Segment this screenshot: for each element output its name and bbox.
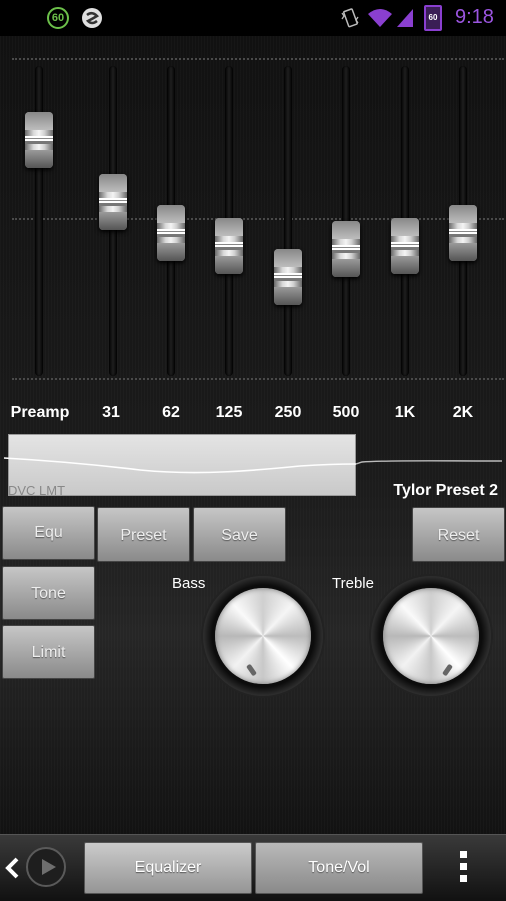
treble-knob-indicator	[442, 663, 453, 677]
status-bar: 60 60 9:18	[0, 0, 506, 36]
slider-band-62[interactable]	[146, 36, 196, 426]
bass-knob[interactable]	[203, 576, 323, 696]
slider-thumb[interactable]	[215, 217, 243, 274]
signal-icon	[397, 9, 413, 27]
band-label-250: 250	[274, 404, 302, 421]
slider-track	[284, 66, 292, 376]
band-label-31: 31	[102, 404, 120, 421]
slider-thumb[interactable]	[274, 248, 302, 305]
eq-guide-center	[12, 218, 504, 220]
snap-icon	[82, 8, 102, 28]
play-icon[interactable]	[26, 847, 66, 887]
eq-guide-top	[12, 58, 504, 60]
eq-guide-bottom	[12, 378, 504, 380]
band-label-125: 125	[215, 404, 243, 421]
band-label-preamp: Preamp	[10, 404, 70, 421]
band-label-2k: 2K	[452, 404, 474, 421]
slider-band-250[interactable]	[263, 36, 313, 426]
band-label-1k: 1K	[394, 404, 416, 421]
tone-button[interactable]: Tone	[2, 566, 95, 620]
dvc-limit-label: DVC LMT	[8, 483, 66, 498]
clock: 9:18	[455, 6, 494, 28]
slider-band-125[interactable]	[204, 36, 254, 426]
band-label-500: 500	[332, 404, 360, 421]
preset-button[interactable]: Preset	[97, 507, 190, 562]
vibrate-icon	[341, 8, 359, 28]
slider-band-500[interactable]	[321, 36, 371, 426]
slider-preamp[interactable]	[14, 36, 64, 426]
equ-button[interactable]: Equ	[2, 506, 95, 560]
slider-band-2k[interactable]	[438, 36, 488, 426]
bottom-bar: Equalizer Tone/Vol	[0, 834, 506, 901]
badge-60-icon: 60	[47, 7, 69, 29]
band-label-62: 62	[162, 404, 180, 421]
bass-knob-indicator	[246, 663, 257, 677]
slider-thumb[interactable]	[157, 205, 185, 262]
bass-label: Bass	[172, 575, 206, 592]
wifi-icon	[368, 9, 392, 27]
limit-button[interactable]: Limit	[2, 625, 95, 679]
treble-knob-face[interactable]	[383, 588, 479, 684]
treble-label: Treble	[332, 575, 374, 592]
slider-band-1k[interactable]	[380, 36, 430, 426]
save-button[interactable]: Save	[193, 507, 286, 562]
treble-knob[interactable]	[371, 576, 491, 696]
slider-thumb[interactable]	[99, 174, 127, 231]
battery-icon: 60	[424, 5, 442, 31]
overflow-menu-icon[interactable]	[458, 849, 470, 885]
slider-thumb[interactable]	[25, 112, 53, 169]
tab-tone-vol[interactable]: Tone/Vol	[255, 842, 423, 894]
slider-thumb[interactable]	[391, 217, 419, 274]
slider-thumb[interactable]	[449, 205, 477, 262]
slider-thumb[interactable]	[332, 220, 360, 277]
chevron-left-icon[interactable]	[4, 857, 20, 879]
reset-button[interactable]: Reset	[412, 507, 505, 562]
preset-name: Tylor Preset 2	[393, 482, 498, 499]
tab-equalizer[interactable]: Equalizer	[84, 842, 252, 894]
bass-knob-face[interactable]	[215, 588, 311, 684]
slider-band-31[interactable]	[88, 36, 138, 426]
